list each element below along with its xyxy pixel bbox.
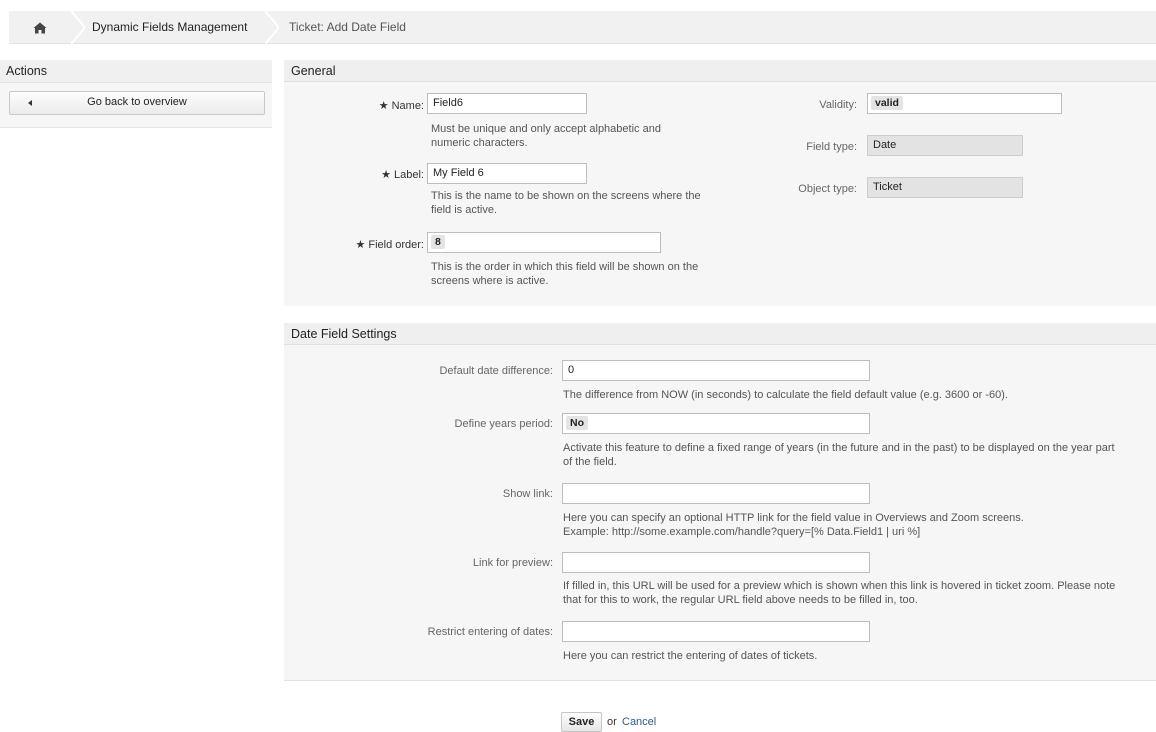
field-type-label: Field type:: [806, 141, 857, 153]
name-label: ★ Name:: [378, 100, 424, 112]
restrict-dates-hint: Here you can restrict the entering of da…: [563, 650, 818, 662]
date-settings-title: Date Field Settings: [284, 323, 1156, 345]
label-label: ★ Label:: [381, 169, 424, 181]
define-years-period-hint: Activate this feature to define a fixed …: [563, 442, 1115, 468]
required-star-icon: ★: [378, 100, 389, 112]
default-date-difference-hint: The difference from NOW (in seconds) to …: [563, 389, 1008, 401]
go-back-button[interactable]: Go back to overview: [9, 91, 265, 115]
field-order-select[interactable]: 8: [427, 232, 661, 253]
validity-select[interactable]: valid: [867, 93, 1062, 114]
breadcrumb-dynamic-fields[interactable]: Dynamic Fields Management: [92, 11, 247, 44]
cancel-link[interactable]: Cancel: [622, 716, 656, 728]
required-star-icon: ★: [355, 239, 366, 251]
date-field-settings-panel: Date Field Settings Default date differe…: [284, 323, 1156, 681]
general-panel: General ★ Name: Field6 Must be unique and…: [284, 60, 1156, 306]
label-hint: This is the name to be shown on the scre…: [431, 190, 701, 216]
field-order-hint: This is the order in which this field wi…: [431, 261, 699, 287]
show-link-input[interactable]: [562, 483, 870, 504]
link-for-preview-label: Link for preview:: [472, 557, 553, 569]
home-icon: [33, 22, 47, 33]
go-back-label: Go back to overview: [87, 96, 187, 108]
breadcrumb-separator: [71, 11, 85, 44]
field-order-label: ★ Field order:: [355, 239, 424, 251]
breadcrumb-current: Ticket: Add Date Field: [289, 20, 406, 34]
or-text: or: [607, 716, 617, 728]
save-button[interactable]: Save: [561, 712, 602, 732]
default-date-difference-label: Default date difference:: [439, 365, 553, 377]
define-years-period-label: Define years period:: [454, 418, 553, 430]
object-type-value: Ticket: [867, 177, 1023, 198]
name-input[interactable]: Field6: [427, 93, 587, 114]
sidebar-title: Actions: [0, 60, 272, 83]
breadcrumb-separator: [265, 11, 279, 44]
restrict-dates-input[interactable]: [562, 621, 870, 642]
restrict-dates-label: Restrict entering of dates:: [427, 626, 553, 638]
general-title: General: [284, 60, 1156, 82]
sidebar-actions: Actions Go back to overview: [0, 60, 272, 128]
link-for-preview-input[interactable]: [562, 552, 870, 573]
validity-label: Validity:: [819, 99, 857, 111]
show-link-label: Show link:: [502, 488, 553, 500]
required-star-icon: ★: [381, 169, 392, 181]
define-years-period-select[interactable]: No: [562, 413, 870, 434]
label-input[interactable]: My Field 6: [427, 163, 587, 184]
default-date-difference-input[interactable]: 0: [562, 360, 870, 381]
name-hint: Must be unique and only accept alphabeti…: [431, 123, 661, 149]
breadcrumb: Dynamic Fields Management Ticket: Add Da…: [9, 11, 1156, 44]
object-type-label: Object type:: [798, 183, 857, 195]
field-type-value: Date: [867, 135, 1023, 156]
link-for-preview-hint: If filled in, this URL will be used for …: [563, 580, 1116, 606]
show-link-hint: Here you can specify an optional HTTP li…: [563, 512, 1024, 538]
breadcrumb-home[interactable]: [9, 11, 71, 44]
